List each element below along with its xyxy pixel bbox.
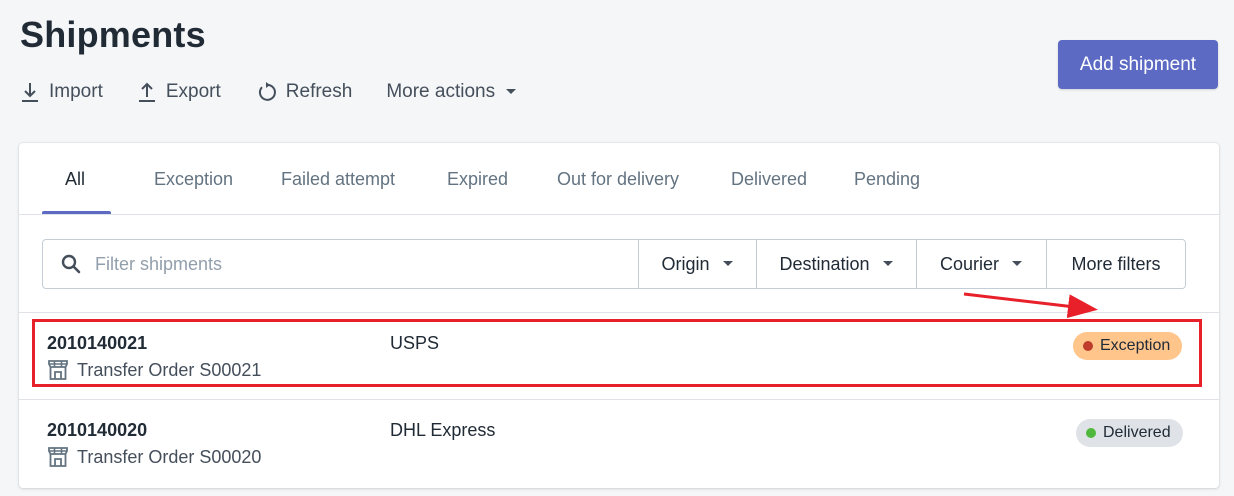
status-label: Exception: [1100, 337, 1171, 354]
import-button[interactable]: Import: [20, 81, 103, 103]
status-badge: Exception: [1073, 332, 1183, 360]
add-shipment-button[interactable]: Add shipment: [1058, 40, 1218, 89]
caret-down-icon: [1011, 260, 1023, 268]
export-label: Export: [165, 81, 221, 102]
tab-expired[interactable]: Expired: [447, 143, 508, 215]
courier-filter-button[interactable]: Courier: [916, 240, 1046, 288]
tab-failed-attempt[interactable]: Failed attempt: [281, 143, 395, 215]
search-icon: [61, 254, 81, 274]
status-label: Delivered: [1103, 424, 1171, 441]
status-badge: Delivered: [1076, 419, 1183, 447]
export-button[interactable]: Export: [137, 81, 221, 103]
tab-all[interactable]: All: [65, 143, 85, 215]
export-icon: [137, 81, 157, 103]
status-dot-icon: [1086, 428, 1096, 438]
store-icon: [47, 359, 69, 381]
search-input[interactable]: Filter shipments: [43, 240, 638, 288]
page-actions: Import Export Refresh More actions: [20, 78, 551, 106]
import-icon: [20, 81, 40, 103]
destination-filter-button[interactable]: Destination: [756, 240, 916, 288]
courier-filter-label: Courier: [939, 253, 1000, 274]
order-label: Transfer Order S00021: [77, 359, 262, 380]
tracking-number: 2010140021: [47, 333, 148, 353]
caret-down-icon: [722, 260, 734, 268]
tab-exception[interactable]: Exception: [154, 143, 233, 215]
origin-filter-button[interactable]: Origin: [638, 240, 756, 288]
shipment-row[interactable]: 2010140021 Transfer Order S00021 USPS Ex…: [19, 312, 1219, 398]
active-tab-indicator: [42, 211, 111, 214]
refresh-button[interactable]: Refresh: [255, 81, 353, 103]
filter-bar: Filter shipments Origin Destination Cour…: [42, 239, 1186, 289]
order-label: Transfer Order S00020: [77, 446, 262, 467]
tracking-number: 2010140020: [47, 420, 148, 440]
store-icon: [47, 446, 69, 468]
order-reference: Transfer Order S00020: [47, 446, 261, 468]
tab-out-for-delivery[interactable]: Out for delivery: [557, 143, 679, 215]
refresh-icon: [255, 81, 277, 103]
refresh-label: Refresh: [285, 81, 353, 102]
caret-down-icon: [505, 88, 517, 96]
shipments-card: All Exception Failed attempt Expired Out…: [19, 143, 1219, 488]
import-label: Import: [49, 81, 103, 102]
status-tabs: All Exception Failed attempt Expired Out…: [19, 143, 1219, 215]
more-filters-button[interactable]: More filters: [1046, 240, 1185, 288]
search-placeholder: Filter shipments: [95, 253, 223, 274]
tab-delivered[interactable]: Delivered: [731, 143, 807, 215]
courier-name: DHL Express: [390, 420, 496, 440]
more-actions-button[interactable]: More actions: [386, 81, 517, 103]
tab-pending[interactable]: Pending: [854, 143, 920, 215]
shipment-row[interactable]: 2010140020 Transfer Order S00020 DHL Exp…: [19, 399, 1219, 485]
page-title: Shipments: [20, 14, 206, 55]
origin-filter-label: Origin: [661, 253, 710, 274]
courier-name: USPS: [390, 333, 440, 353]
destination-filter-label: Destination: [779, 253, 870, 274]
more-actions-label: More actions: [386, 81, 496, 102]
caret-down-icon: [882, 260, 894, 268]
status-dot-icon: [1083, 341, 1093, 351]
order-reference: Transfer Order S00021: [47, 359, 261, 381]
